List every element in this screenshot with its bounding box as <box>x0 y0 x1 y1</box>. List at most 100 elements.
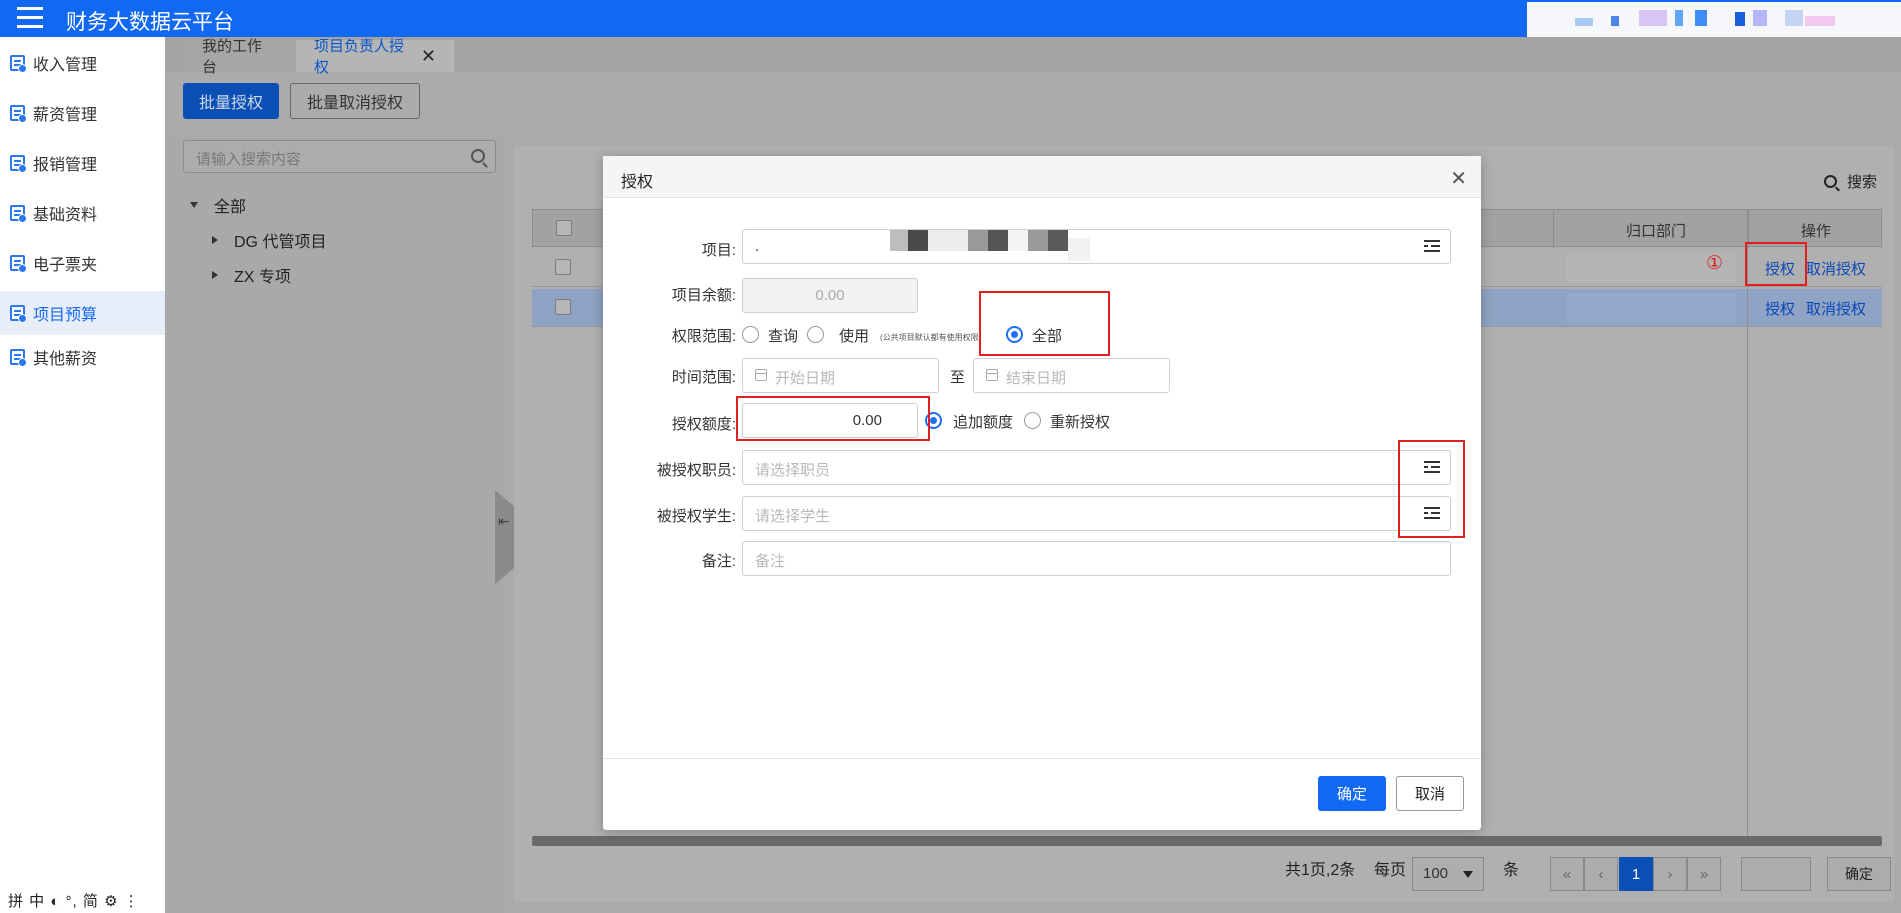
staff-placeholder: 请选择职员 <box>755 462 831 479</box>
document-icon <box>10 55 27 73</box>
revoke-link[interactable]: 取消授权 <box>1806 258 1866 279</box>
caret-right-icon[interactable] <box>212 236 218 244</box>
grant-link[interactable]: 授权 <box>1765 298 1795 319</box>
field-label-remark: 备注: <box>701 553 736 570</box>
confirm-button[interactable]: 确定 <box>1318 776 1386 811</box>
revoke-link[interactable]: 取消授权 <box>1806 298 1866 319</box>
tree-search-placeholder: 请输入搜索内容 <box>196 151 302 168</box>
remark-placeholder: 备注 <box>755 553 786 570</box>
scope-use-radio[interactable] <box>807 326 824 343</box>
tree-node-root[interactable]: 全部 <box>190 193 246 217</box>
end-date-placeholder: 结束日期 <box>1006 370 1067 387</box>
sidebar-item-e-invoice[interactable]: 电子票夹 <box>0 241 165 285</box>
sidebar-item-label: 项目预算 <box>33 307 98 324</box>
tree-node-zx[interactable]: ZX 专项 <box>212 263 291 287</box>
start-date-placeholder: 开始日期 <box>775 370 836 387</box>
amount-reset-radio[interactable] <box>1024 412 1041 429</box>
dialog-header: 授权 ✕ <box>603 156 1481 198</box>
batch-revoke-button[interactable]: 批量取消授权 <box>290 83 420 119</box>
goto-page-button[interactable]: 确定 <box>1827 857 1891 891</box>
page-number-button[interactable]: 1 <box>1619 857 1653 891</box>
grid-search-button[interactable]: 搜索 <box>1824 171 1877 192</box>
masked-project-block <box>1008 230 1028 251</box>
sidebar-item-salary[interactable]: 薪资管理 <box>0 91 165 135</box>
field-label-staff: 被授权职员: <box>656 462 736 479</box>
ime-toolbar[interactable]: 拼 中 ◐ °, 简 ⚙ ⋮ <box>8 890 140 911</box>
last-page-button[interactable]: » <box>1687 857 1721 891</box>
document-icon <box>10 349 27 367</box>
sidebar-item-basic-data[interactable]: 基础资料 <box>0 191 165 235</box>
column-header-dept: 归口部门 <box>1626 223 1687 240</box>
pager-unit: 条 <box>1503 862 1520 879</box>
first-page-button[interactable]: « <box>1550 857 1584 891</box>
end-date-input[interactable]: 结束日期 <box>973 358 1170 393</box>
masked-project-block <box>968 230 988 251</box>
tree-search-input[interactable]: 请输入搜索内容 <box>183 140 496 173</box>
project-field[interactable]: . <box>742 229 1451 264</box>
tree-node-label: DG 代管项目 <box>234 234 327 251</box>
select-all-checkbox[interactable] <box>556 220 572 236</box>
masked-project-block <box>1068 238 1090 261</box>
caret-down-icon[interactable] <box>190 202 198 208</box>
dialog-title: 授权 <box>621 174 654 191</box>
scope-query-radio[interactable] <box>742 326 759 343</box>
annotation-highlight-grant <box>1745 242 1807 286</box>
user-info-masked[interactable] <box>1527 2 1901 38</box>
masked-project-block <box>765 234 885 260</box>
pager-summary: 共1页,2条 <box>1285 862 1356 879</box>
close-icon[interactable]: ✕ <box>421 46 436 67</box>
tab-project-authorization[interactable]: 项目负责人授权 ✕ <box>296 38 454 76</box>
menu-icon[interactable] <box>17 7 43 29</box>
search-icon[interactable] <box>471 149 485 163</box>
goto-page-input[interactable] <box>1741 857 1811 891</box>
masked-project-block <box>890 230 908 251</box>
per-page-select[interactable]: 100 <box>1412 857 1484 891</box>
list-picker-icon[interactable] <box>1424 240 1440 253</box>
tab-bar: 我的工作台 项目负责人授权 ✕ <box>165 37 1901 76</box>
sidebar-item-project-budget[interactable]: 项目预算 <box>0 291 165 335</box>
caret-right-icon[interactable] <box>212 271 218 279</box>
balance-field: 0.00 <box>742 278 918 313</box>
pager-per-page-label: 每页 <box>1374 862 1407 879</box>
student-placeholder: 请选择学生 <box>755 508 831 525</box>
sidebar-item-income[interactable]: 收入管理 <box>0 41 165 85</box>
tree-node-label: ZX 专项 <box>234 269 291 286</box>
calendar-icon <box>986 369 998 381</box>
tree-node-dg[interactable]: DG 代管项目 <box>212 228 326 252</box>
sidebar-item-label: 其他薪资 <box>33 351 98 368</box>
next-page-button[interactable]: › <box>1653 857 1687 891</box>
search-label: 搜索 <box>1847 174 1878 191</box>
tree-node-label: 全部 <box>214 199 247 216</box>
horizontal-scrollbar[interactable] <box>532 836 1882 846</box>
top-bar: 财务大数据云平台 <box>0 0 1901 38</box>
panel-collapse-handle[interactable] <box>495 490 515 584</box>
staff-picker[interactable]: 请选择职员 <box>742 450 1451 485</box>
annotation-step-1: ① <box>1706 253 1724 274</box>
sidebar-item-label: 电子票夹 <box>33 257 98 274</box>
column-header-ops: 操作 <box>1800 223 1831 240</box>
masked-project-block <box>1048 230 1068 251</box>
amount-option-label: 重新授权 <box>1050 414 1111 431</box>
document-icon <box>10 305 27 323</box>
remark-input[interactable]: 备注 <box>742 541 1451 576</box>
batch-grant-button[interactable]: 批量授权 <box>183 83 279 119</box>
cancel-button[interactable]: 取消 <box>1396 776 1464 811</box>
student-picker[interactable]: 请选择学生 <box>742 496 1451 531</box>
document-icon <box>10 105 27 123</box>
row-checkbox[interactable] <box>555 259 571 275</box>
field-label-time-range: 时间范围: <box>671 369 736 386</box>
collapse-left-icon[interactable]: ⇤ <box>498 513 510 530</box>
prev-page-button[interactable]: ‹ <box>1584 857 1618 891</box>
row-checkbox[interactable] <box>555 299 571 315</box>
start-date-input[interactable]: 开始日期 <box>742 358 939 393</box>
scope-option-label: 使用 <box>839 328 870 345</box>
close-icon[interactable]: ✕ <box>1450 166 1467 191</box>
search-icon <box>1824 175 1837 188</box>
tab-label: 我的工作台 <box>202 38 263 76</box>
tab-workbench[interactable]: 我的工作台 <box>184 38 294 76</box>
annotation-highlight-amount <box>736 396 930 441</box>
project-value: . <box>755 238 760 255</box>
sidebar-item-reimbursement[interactable]: 报销管理 <box>0 141 165 185</box>
sidebar-item-other-salary[interactable]: 其他薪资 <box>0 335 165 379</box>
dialog-footer-divider <box>603 758 1481 759</box>
